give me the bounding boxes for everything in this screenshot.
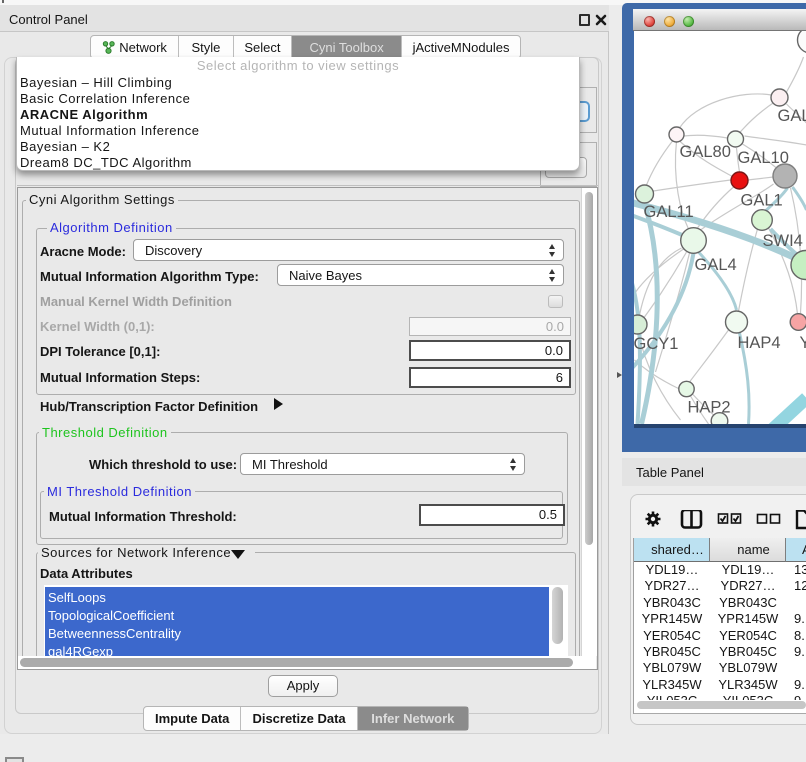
svg-text:GAL10: GAL10 bbox=[737, 149, 788, 167]
svg-text:SWI4: SWI4 bbox=[762, 232, 802, 250]
svg-text:HAP2: HAP2 bbox=[687, 399, 730, 417]
svg-text:GAL4: GAL4 bbox=[694, 256, 736, 274]
svg-text:GAL1: GAL1 bbox=[740, 192, 782, 210]
svg-text:HAP4: HAP4 bbox=[737, 334, 780, 352]
svg-text:GAL11: GAL11 bbox=[643, 203, 693, 221]
svg-text:YJ: YJ bbox=[799, 334, 806, 352]
svg-text:GAL2: GAL2 bbox=[777, 107, 806, 125]
svg-text:GAL80: GAL80 bbox=[679, 143, 730, 161]
svg-text:GCY1: GCY1 bbox=[634, 335, 678, 353]
